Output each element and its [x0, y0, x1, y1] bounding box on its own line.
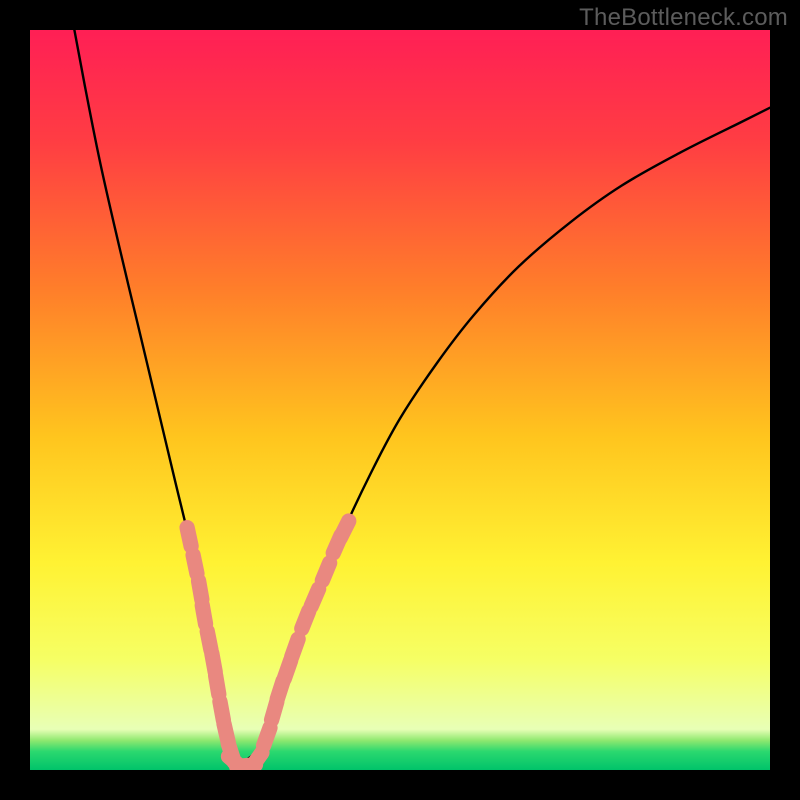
- data-marker: [216, 676, 219, 695]
- chart-frame: TheBottleneck.com: [0, 0, 800, 800]
- data-marker: [302, 611, 309, 629]
- data-marker: [251, 753, 262, 768]
- data-marker: [193, 555, 197, 574]
- data-marker: [311, 589, 318, 606]
- data-marker: [187, 528, 191, 546]
- plot-area: [30, 30, 770, 770]
- gradient-background: [30, 30, 770, 770]
- watermark-text: TheBottleneck.com: [579, 4, 788, 32]
- data-marker: [340, 521, 348, 538]
- data-marker: [199, 581, 202, 600]
- data-marker: [202, 605, 205, 624]
- chart-svg: [30, 30, 770, 770]
- data-marker: [292, 639, 298, 657]
- data-marker: [264, 728, 270, 746]
- data-marker: [322, 563, 329, 580]
